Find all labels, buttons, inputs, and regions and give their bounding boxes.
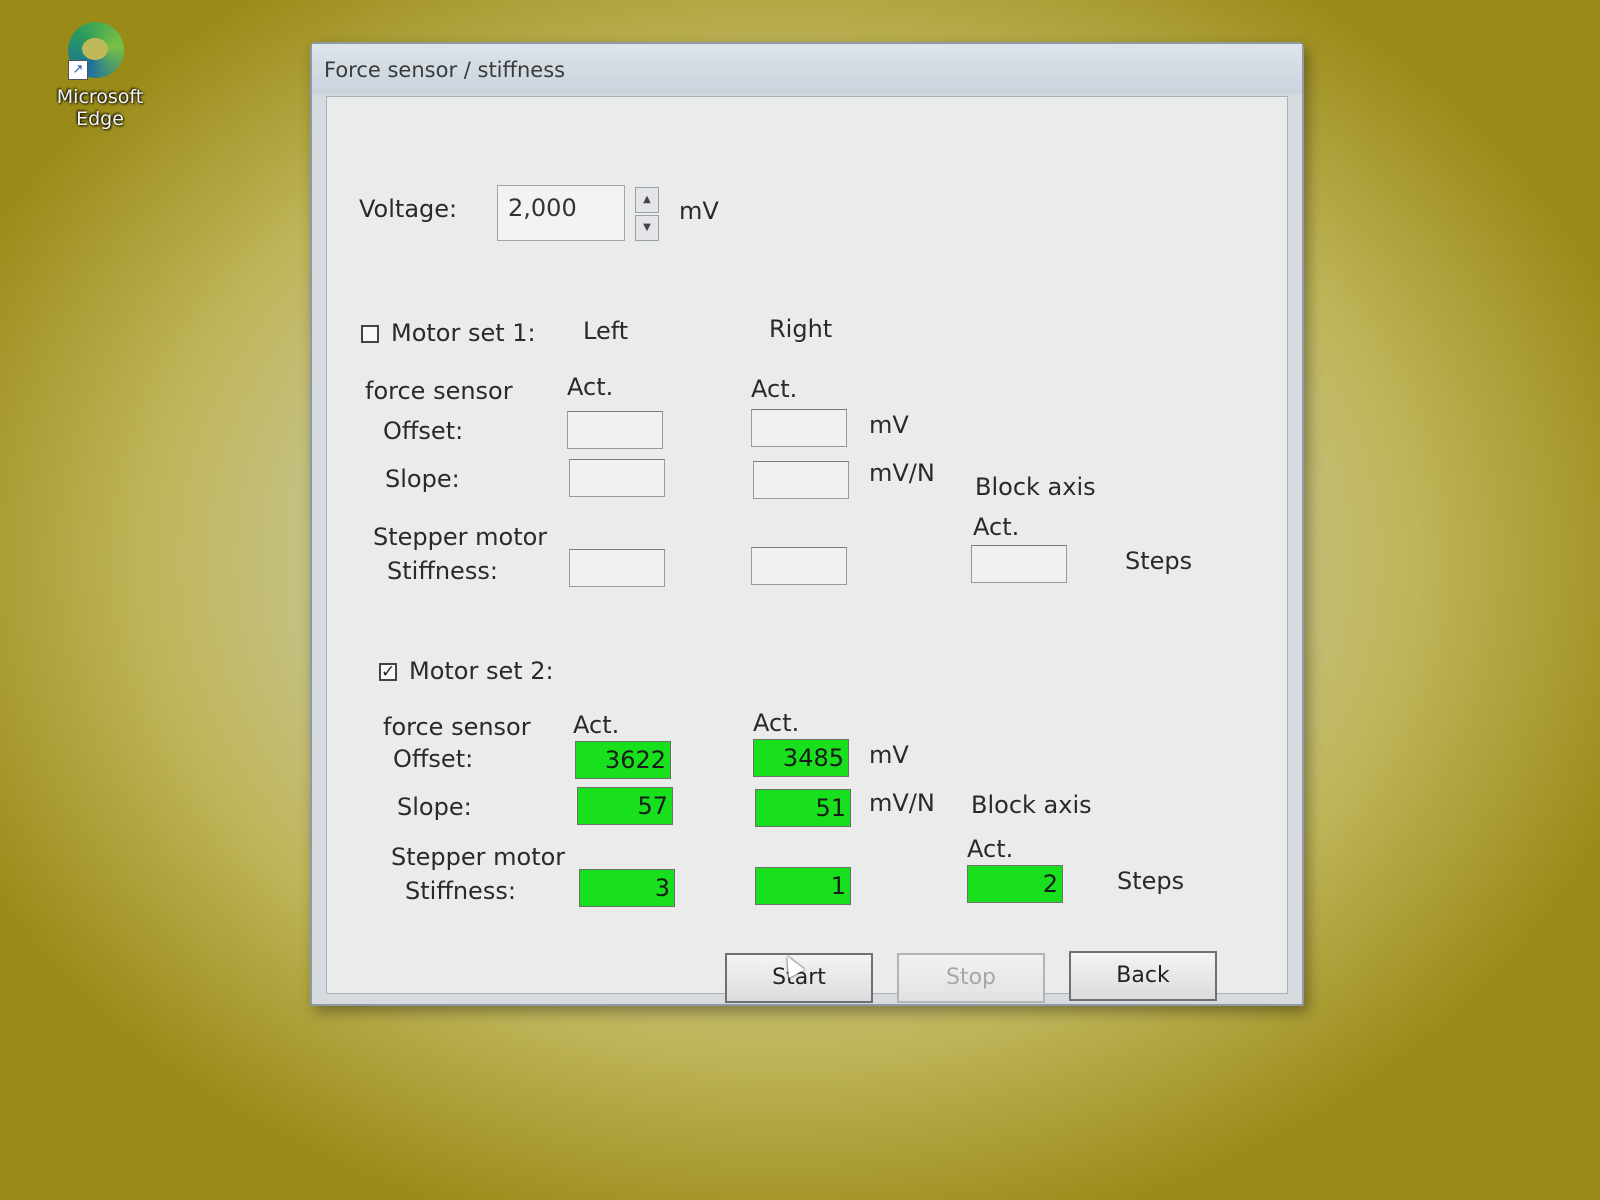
ms2-block-axis-field[interactable]: 2 <box>967 865 1063 903</box>
ms2-slope-right-field[interactable]: 51 <box>755 789 851 827</box>
ms1-block-axis-field[interactable] <box>971 545 1067 583</box>
ms2-stiffness-right-field[interactable]: 1 <box>755 867 851 905</box>
ms1-stiffness-label: Stiffness: <box>387 557 498 585</box>
ms2-slope-left-field[interactable]: 57 <box>577 787 673 825</box>
ms1-offset-unit: mV <box>869 411 909 439</box>
ms1-slope-unit: mV/N <box>869 459 935 487</box>
ms2-slope-label: Slope: <box>397 793 472 821</box>
ms1-act-left-label: Act. <box>567 373 614 401</box>
ms2-slope-unit: mV/N <box>869 789 935 817</box>
ms2-steps-unit: Steps <box>1117 867 1185 895</box>
motor-set-2-checkbox[interactable]: ✓ <box>379 663 397 681</box>
ms1-block-act-label: Act. <box>973 513 1020 541</box>
ms2-stiffness-label: Stiffness: <box>405 877 516 905</box>
motor-set-1-label: Motor set 1: <box>391 319 536 347</box>
desktop-icon-label: Microsoft Edge <box>56 86 144 130</box>
motor-set-2-label: Motor set 2: <box>409 657 554 685</box>
voltage-unit: mV <box>679 197 719 225</box>
ms1-slope-right-field[interactable] <box>753 461 849 499</box>
ms1-force-sensor-label: force sensor <box>365 377 513 405</box>
column-left-label: Left <box>583 317 629 345</box>
ms2-act-left-label: Act. <box>573 711 620 739</box>
stop-button[interactable]: Stop <box>897 953 1045 1003</box>
ms2-offset-left-field[interactable]: 3622 <box>575 741 671 779</box>
ms2-offset-unit: mV <box>869 741 909 769</box>
ms2-block-act-label: Act. <box>967 835 1014 863</box>
ms2-offset-label: Offset: <box>393 745 474 773</box>
ms2-act-right-label: Act. <box>753 709 800 737</box>
ms1-slope-left-field[interactable] <box>569 459 665 497</box>
ms1-block-axis-label: Block axis <box>975 473 1096 501</box>
dialog-client-area: Voltage: 2,000 ▲ ▼ mV Motor set 1: Left … <box>326 96 1288 1003</box>
desktop-shortcut-edge[interactable]: ↗ Microsoft Edge <box>30 22 170 130</box>
ms1-steps-unit: Steps <box>1125 547 1193 575</box>
ms2-block-axis-label: Block axis <box>971 791 1092 819</box>
ms1-act-right-label: Act. <box>751 375 798 403</box>
column-right-label: Right <box>769 315 833 343</box>
ms1-stepper-motor-label: Stepper motor <box>373 523 548 551</box>
ms2-stepper-motor-label: Stepper motor <box>391 843 566 871</box>
motor-set-1-checkbox[interactable] <box>361 325 379 343</box>
ms2-force-sensor-label: force sensor <box>383 713 531 741</box>
ms1-offset-right-field[interactable] <box>751 409 847 447</box>
voltage-spin-down-button[interactable]: ▼ <box>635 215 659 241</box>
ms1-offset-left-field[interactable] <box>567 411 663 449</box>
voltage-spin-up-button[interactable]: ▲ <box>635 187 659 213</box>
ms1-stiffness-left-field[interactable] <box>569 549 665 587</box>
shortcut-arrow-icon: ↗ <box>68 60 88 80</box>
voltage-input[interactable]: 2,000 <box>497 185 625 241</box>
ms2-offset-right-field[interactable]: 3485 <box>753 739 849 777</box>
ms1-slope-label: Slope: <box>385 465 460 493</box>
ms1-offset-label: Offset: <box>383 417 464 445</box>
ms2-stiffness-left-field[interactable]: 3 <box>579 869 675 907</box>
force-sensor-dialog: Force sensor / stiffness Voltage: 2,000 … <box>310 42 1304 1006</box>
title-bar[interactable]: Force sensor / stiffness <box>312 44 1302 94</box>
back-button[interactable]: Back <box>1069 951 1217 1001</box>
window-title: Force sensor / stiffness <box>324 58 566 82</box>
voltage-label: Voltage: <box>359 195 458 223</box>
ms1-stiffness-right-field[interactable] <box>751 547 847 585</box>
